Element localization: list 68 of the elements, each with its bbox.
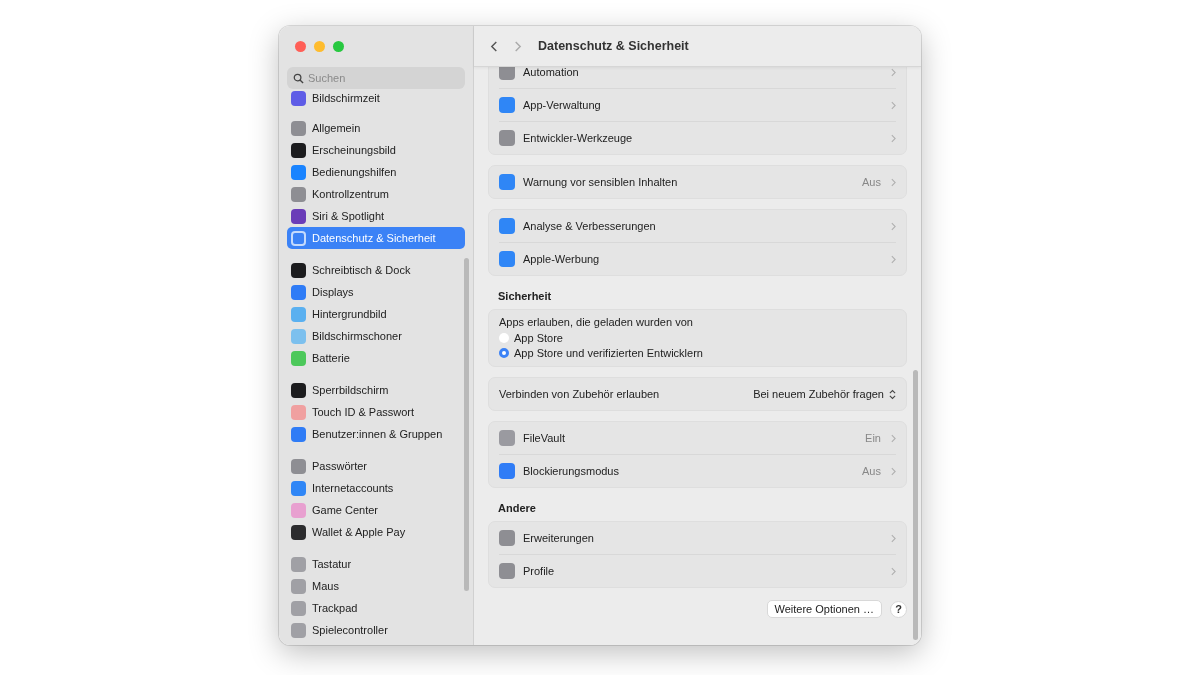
sidebar-item[interactable]: Hintergrundbild: [287, 303, 465, 325]
setting-label: Verbinden von Zubehör erlauben: [499, 388, 661, 400]
radio-button[interactable]: [499, 332, 509, 343]
radio-button[interactable]: [499, 347, 509, 358]
sidebar-item[interactable]: Bedienungshilfen: [287, 161, 465, 183]
sidebar-item[interactable]: Allgemein: [287, 117, 465, 139]
window-title: Datenschutz & Sicherheit: [538, 39, 689, 53]
help-button[interactable]: ?: [890, 600, 907, 618]
close-button[interactable]: [295, 41, 306, 52]
status-value: Ein: [865, 432, 881, 444]
radio-option[interactable]: App Store und verifizierten Entwicklern: [499, 345, 703, 360]
chevron-icon: [891, 433, 896, 443]
status-value: Aus: [862, 465, 881, 477]
sidebar-item[interactable]: Sperrbildschirm: [287, 379, 465, 401]
settings-row[interactable]: FileVault Ein: [499, 422, 896, 454]
chevron-icon: [891, 133, 896, 143]
chevron-icon: [891, 100, 896, 110]
sidebar-item[interactable]: Erscheinungsbild: [287, 139, 465, 161]
section-heading: Sicherheit: [498, 290, 553, 302]
chevron-icon: [891, 566, 896, 576]
radio-group-label: Apps erlauben, die geladen wurden von: [499, 316, 694, 328]
popup-menu[interactable]: Bei neuem Zubehör fragen: [753, 388, 896, 400]
section-heading: Andere: [498, 502, 537, 514]
sidebar-item[interactable]: Batterie: [287, 347, 465, 369]
sidebar-item[interactable]: Benutzer:innen & Gruppen: [287, 423, 465, 445]
sidebar-item[interactable]: Spielecontroller: [287, 619, 465, 641]
chevron-icon: [891, 466, 896, 476]
status-value: Aus: [862, 176, 881, 188]
up-down-icon: [889, 388, 896, 400]
sidebar-item[interactable]: Schreibtisch & Dock: [287, 259, 465, 281]
chevron-icon: [891, 177, 896, 187]
back-icon[interactable]: [490, 39, 499, 53]
sidebar-item[interactable]: Internetaccounts: [287, 477, 465, 499]
sidebar-item[interactable]: Wallet & Apple Pay: [287, 521, 465, 543]
scrollbar[interactable]: [464, 258, 469, 591]
settings-row[interactable]: Apple-Werbung: [499, 243, 896, 275]
sidebar-item[interactable]: Siri & Spotlight: [287, 205, 465, 227]
settings-row[interactable]: Analyse & Verbesserungen: [499, 210, 896, 242]
forward-icon[interactable]: [513, 39, 522, 53]
chevron-icon: [891, 221, 896, 231]
settings-row[interactable]: Warnung vor sensiblen Inhalten Aus: [499, 166, 896, 198]
chevron-icon: [891, 254, 896, 264]
settings-row[interactable]: Automation: [499, 67, 896, 88]
sidebar-item[interactable]: Bildschirmzeit: [287, 89, 465, 107]
chevron-icon: [891, 533, 896, 543]
sidebar-item[interactable]: Displays: [287, 281, 465, 303]
sidebar-item[interactable]: Tastatur: [287, 553, 465, 575]
sidebar-item[interactable]: Game Center: [287, 499, 465, 521]
settings-row[interactable]: App-Verwaltung: [499, 89, 896, 121]
sidebar-item[interactable]: Maus: [287, 575, 465, 597]
sidebar-item[interactable]: Kontrollzentrum: [287, 183, 465, 205]
radio-option[interactable]: App Store: [499, 330, 563, 345]
settings-row[interactable]: Blockierungsmodus Aus: [499, 455, 896, 487]
scrollbar[interactable]: [913, 370, 918, 640]
search-field[interactable]: Suchen: [287, 67, 465, 89]
settings-row[interactable]: Profile: [499, 555, 896, 587]
sidebar-item[interactable]: Datenschutz & Sicherheit: [287, 227, 465, 249]
minimize-button[interactable]: [314, 41, 325, 52]
settings-row[interactable]: Erweiterungen: [499, 522, 896, 554]
sidebar-item[interactable]: Bildschirmschoner: [287, 325, 465, 347]
sidebar-item[interactable]: Passwörter: [287, 455, 465, 477]
chevron-icon: [891, 67, 896, 77]
search-icon: [293, 73, 304, 84]
zoom-button[interactable]: [333, 41, 344, 52]
sidebar-item[interactable]: Touch ID & Passwort: [287, 401, 465, 423]
settings-row[interactable]: Entwickler-Werkzeuge: [499, 122, 896, 154]
sidebar-item[interactable]: Trackpad: [287, 597, 465, 619]
more-options-button[interactable]: Weitere Optionen …: [766, 600, 882, 618]
